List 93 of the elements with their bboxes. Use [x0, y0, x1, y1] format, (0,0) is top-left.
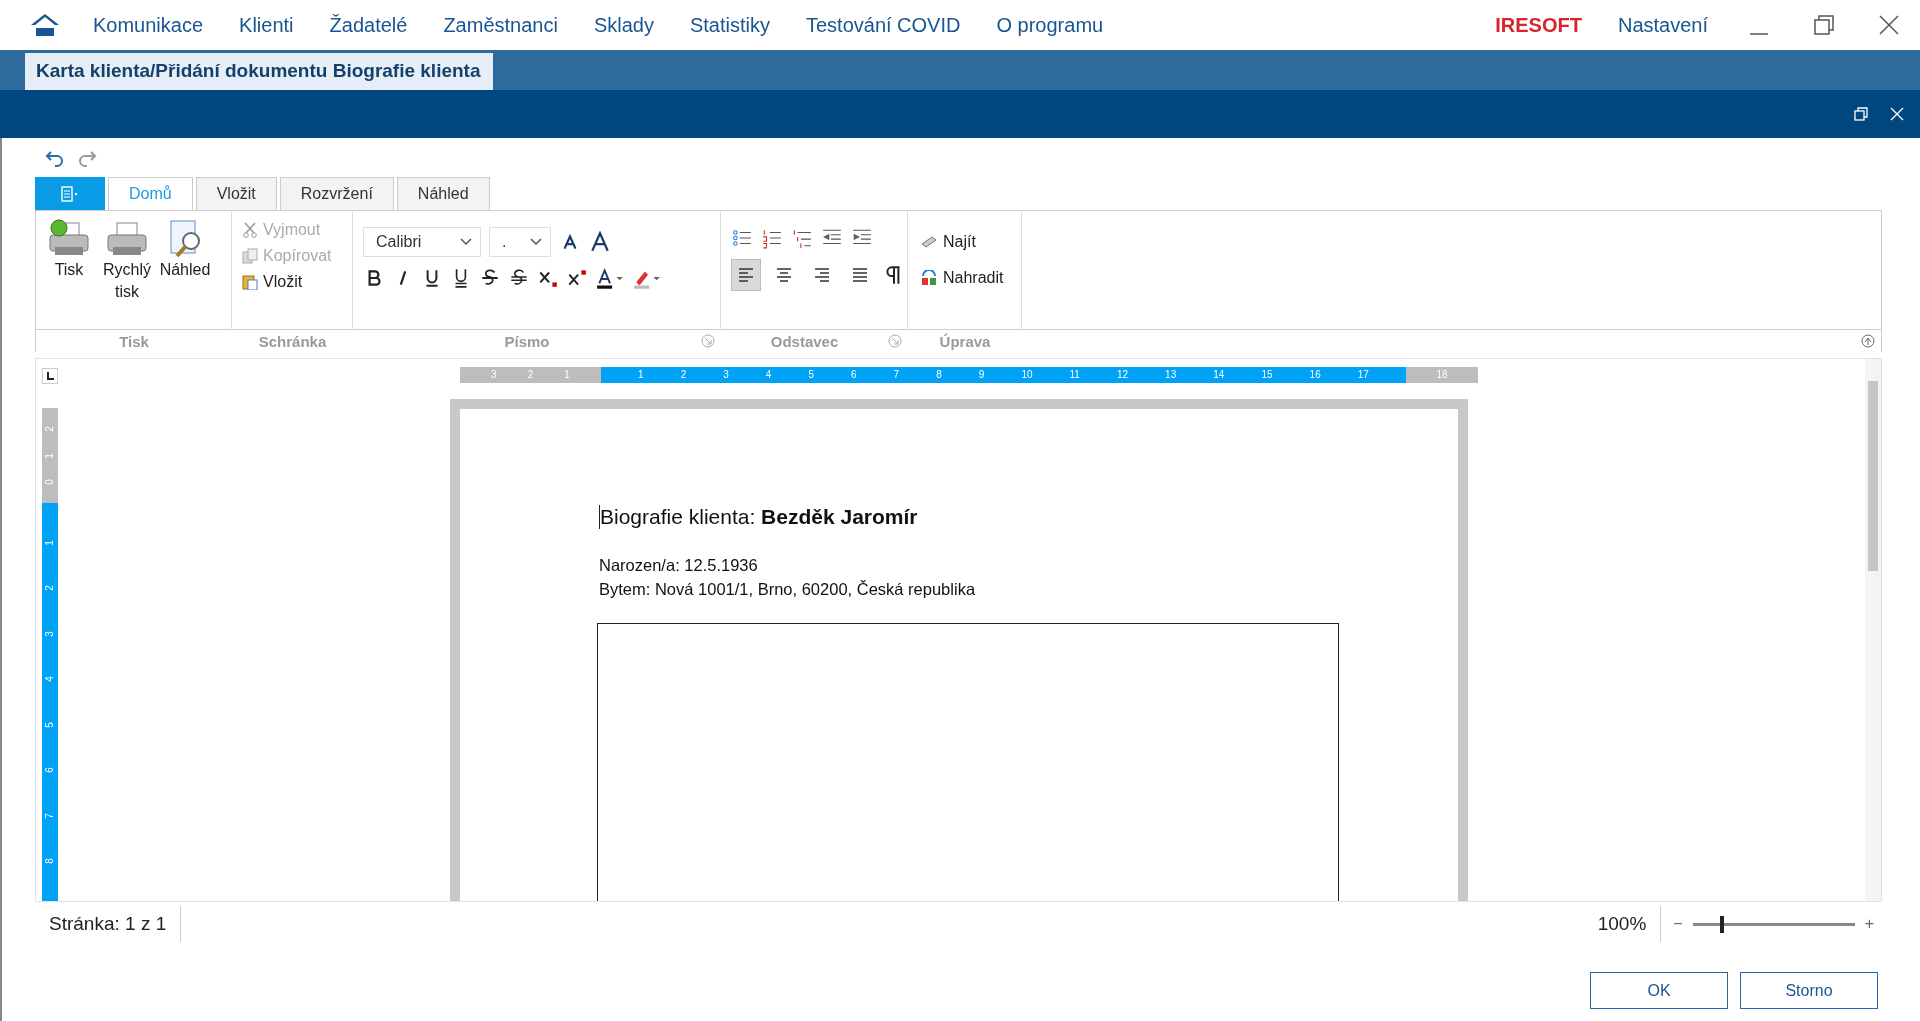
ruler-number: 17 — [1357, 368, 1369, 382]
copy-icon — [242, 248, 258, 264]
ruler-number: 12 — [1116, 368, 1129, 382]
home-icon[interactable] — [30, 12, 60, 38]
eraser-icon — [920, 234, 938, 250]
print-button[interactable]: Rychlý tisk — [98, 219, 156, 303]
scissors-icon — [242, 222, 258, 238]
ruler-number: 14 — [1213, 368, 1225, 382]
align-icon — [852, 268, 868, 282]
menu-item[interactable]: Sklady — [593, 13, 654, 37]
ruler-number: 6 — [851, 368, 857, 382]
align-icon — [776, 268, 792, 282]
ruler-number: 2 — [680, 368, 687, 382]
group-caption: Písmo — [503, 332, 551, 350]
menu-item[interactable]: Statistiky — [689, 13, 770, 37]
ruler-number: 8 — [44, 858, 56, 865]
zoom-value: 100% — [1597, 906, 1662, 942]
replace-icon — [920, 270, 938, 286]
grow-font-icon[interactable] — [589, 231, 611, 253]
document-tab[interactable]: Karta klienta/Přidání dokumentu Biografie klienta — [25, 53, 493, 90]
collapse-ribbon-icon[interactable] — [1861, 334, 1875, 348]
bullet-list-icon[interactable] — [731, 227, 753, 249]
ruler-number: 2 — [44, 585, 56, 591]
ruler-number: 1 — [638, 368, 644, 382]
ruler-number: 11 — [1069, 368, 1080, 382]
font-family-dropdown[interactable]: Calibri — [363, 227, 481, 257]
clipboard-icon — [242, 274, 258, 290]
numbered-list-icon[interactable] — [761, 227, 783, 249]
document-text: Bytem: Nová 1001/1, Brno, 60200, Česká republika — [599, 579, 977, 600]
zoom-out-button[interactable]: − — [1673, 915, 1683, 933]
ruler-number: 1 — [44, 452, 56, 459]
ruler-number: 7 — [893, 368, 900, 382]
chevron-down-icon — [530, 238, 542, 246]
ruler-number: 4 — [765, 368, 772, 382]
ruler-number: 15 — [1261, 368, 1273, 382]
restore-icon[interactable] — [1813, 14, 1835, 36]
document-text: Narozen/a: 12.5.1936 — [599, 555, 759, 576]
ruler-number: 9 — [978, 368, 985, 382]
ribbon-tab[interactable]: Vložit — [195, 177, 277, 210]
ruler-number: 3 — [723, 368, 729, 382]
font-color-icon[interactable] — [595, 267, 625, 289]
ruler-number: 1 — [44, 539, 56, 546]
edit-button[interactable]: Najít — [918, 231, 978, 253]
ribbon-tab[interactable]: Náhled — [396, 177, 490, 210]
document-icon — [60, 185, 80, 202]
group-caption: Tisk — [118, 331, 150, 352]
print-button[interactable]: Náhled — [156, 219, 214, 281]
print-button[interactable]: Tisk — [40, 219, 98, 281]
dialog-button[interactable]: OK — [1590, 972, 1728, 1009]
close-icon[interactable] — [1878, 14, 1900, 36]
ruler-number: 8 — [936, 368, 942, 382]
edit-button[interactable]: Nahradit — [918, 267, 1006, 289]
document-heading: Biografie klienta: Bezděk Jaromír — [599, 505, 918, 529]
ruler-number: 16 — [1309, 368, 1321, 382]
align-icon — [814, 268, 830, 282]
group-caption: Schránka — [257, 331, 328, 352]
multilevel-list-icon[interactable] — [791, 227, 813, 249]
clipboard-button[interactable]: Vložit — [240, 271, 305, 293]
ruler-number: 3 — [44, 630, 56, 637]
ruler-number: 18 — [1436, 368, 1448, 382]
brand-label: IRESOFT — [1495, 13, 1582, 37]
zoom-in-button[interactable]: + — [1864, 915, 1874, 933]
page-indicator: Stránka: 1 z 1 — [49, 906, 182, 942]
menu-item[interactable]: Testování COVID — [805, 13, 961, 37]
align-button[interactable] — [731, 259, 761, 291]
chevron-down-icon — [460, 238, 472, 246]
dialog-button[interactable]: Storno — [1740, 972, 1878, 1009]
ruler-number: 2 — [44, 425, 56, 432]
ruler-number: 6 — [44, 767, 56, 774]
tab-stop-icon[interactable] — [42, 368, 58, 384]
ruler-number: 0 — [44, 479, 56, 486]
restore-icon[interactable] — [1854, 107, 1868, 121]
ruler-number: 2 — [527, 368, 534, 382]
menu-item[interactable]: Klienti — [239, 13, 294, 37]
group-caption: Odstavec — [769, 332, 840, 350]
ruler-number: 5 — [44, 721, 56, 728]
settings-link[interactable]: Nastavení — [1617, 13, 1708, 37]
ruler-number: 13 — [1165, 368, 1177, 382]
menu-item[interactable]: Komunikace — [93, 13, 204, 37]
menu-item[interactable]: Žadatelé — [329, 13, 408, 37]
group-caption: Úprava — [938, 331, 992, 352]
ruler-number: 5 — [808, 368, 814, 382]
ruler-number: 7 — [44, 813, 56, 819]
menu-item[interactable]: O programu — [996, 13, 1104, 37]
font-size-dropdown[interactable]: . — [489, 227, 551, 257]
vertical-scrollbar[interactable] — [1865, 359, 1881, 901]
ruler-number: 1 — [564, 368, 570, 382]
align-icon — [738, 268, 754, 282]
menu-item[interactable]: Zaměstnanci — [443, 13, 558, 37]
ruler-number: 10 — [1021, 368, 1033, 382]
ruler-number: 4 — [44, 676, 56, 682]
ruler-number: 3 — [491, 368, 497, 382]
ribbon-tab[interactable]: Rozvržení — [279, 177, 394, 210]
